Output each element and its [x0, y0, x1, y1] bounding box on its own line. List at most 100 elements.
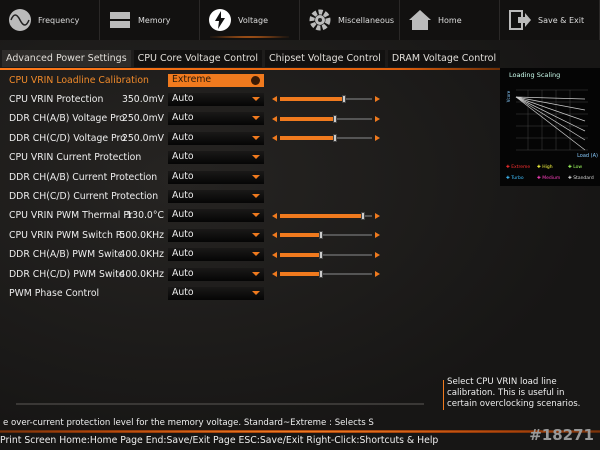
- nav-voltage[interactable]: Voltage: [200, 0, 300, 40]
- legend-label: Standard: [573, 176, 594, 181]
- chart-xlabel: Load (A): [577, 153, 598, 159]
- arrow-left-icon[interactable]: [272, 251, 277, 258]
- arrow-right-icon[interactable]: [375, 135, 380, 142]
- setting-dropdown[interactable]: Auto: [168, 170, 264, 184]
- setting-label: DDR CH(A/B) Current Protection: [9, 171, 158, 183]
- setting-row: CPU VRIN Current Protection Auto: [0, 149, 500, 167]
- legend-entry: ✚ Low: [568, 165, 583, 170]
- legend-label: Medium: [542, 176, 561, 181]
- setting-value: 500.0KHz: [119, 229, 164, 241]
- arrow-left-icon[interactable]: [272, 232, 277, 239]
- dropdown-value: Auto: [172, 267, 194, 279]
- nav-save-exit[interactable]: Save & Exit: [500, 0, 600, 40]
- slider-knob[interactable]: [360, 211, 365, 220]
- setting-dropdown[interactable]: Auto: [168, 286, 264, 300]
- arrow-left-icon[interactable]: [272, 96, 277, 103]
- setting-label: CPU VRIN Loadline Calibration: [9, 74, 149, 86]
- chevron-down-icon: [252, 96, 260, 101]
- nav-label: Save & Exit: [538, 15, 585, 25]
- setting-slider[interactable]: [272, 231, 380, 240]
- arrow-left-icon[interactable]: [272, 271, 277, 277]
- setting-slider[interactable]: [272, 95, 380, 104]
- footer-shortcuts: Print Screen Home:Home Page End:Save/Exi…: [0, 435, 439, 446]
- arrow-left-icon[interactable]: [272, 135, 277, 142]
- tab-chipset-voltage-control[interactable]: Chipset Voltage Control: [265, 50, 385, 67]
- sub-tabs: Advanced Power Settings CPU Core Voltage…: [2, 50, 501, 67]
- slider-knob[interactable]: [319, 270, 324, 278]
- memory-icon: [110, 12, 130, 28]
- setting-slider[interactable]: [272, 134, 380, 143]
- setting-dropdown[interactable]: Auto: [168, 189, 264, 203]
- setting-slider[interactable]: [272, 114, 380, 123]
- arrow-left-icon[interactable]: [272, 115, 277, 122]
- setting-dropdown[interactable]: Auto: [168, 151, 264, 165]
- dropdown-value: Extreme: [172, 73, 212, 85]
- setting-slider[interactable]: [272, 250, 380, 259]
- nav-label: Miscellaneous: [338, 15, 395, 25]
- dropdown-value: Auto: [172, 228, 194, 240]
- setting-dropdown[interactable]: Auto: [168, 112, 264, 126]
- arrow-left-icon[interactable]: [272, 212, 277, 219]
- slider-knob[interactable]: [319, 231, 324, 240]
- nav-home[interactable]: Home: [400, 0, 500, 40]
- nav-frequency[interactable]: Frequency: [0, 0, 100, 40]
- chevron-down-icon: [252, 174, 260, 179]
- help-accent: [443, 380, 444, 410]
- arrow-right-icon[interactable]: [375, 115, 380, 122]
- dropdown-value: Auto: [172, 151, 194, 163]
- arrow-right-icon[interactable]: [375, 251, 380, 258]
- chevron-down-icon: [252, 252, 260, 257]
- legend-label: Extreme: [511, 165, 531, 170]
- chevron-down-icon: [252, 232, 260, 237]
- nav-label: Frequency: [38, 15, 80, 25]
- setting-slider[interactable]: [272, 270, 380, 278]
- slider-fill: [280, 233, 322, 238]
- setting-dropdown[interactable]: Auto: [168, 131, 264, 145]
- slider-knob[interactable]: [319, 250, 324, 259]
- arrow-right-icon[interactable]: [375, 232, 380, 239]
- frequency-icon: [9, 9, 31, 31]
- nav-label: Voltage: [238, 15, 269, 25]
- dropdown-value: Auto: [172, 131, 194, 143]
- setting-value: 400.0KHz: [119, 249, 164, 261]
- nav-miscellaneous[interactable]: Miscellaneous: [300, 0, 400, 40]
- dropdown-value: Auto: [172, 248, 194, 260]
- tab-dram-voltage-control[interactable]: DRAM Voltage Control: [387, 50, 501, 67]
- setting-dropdown[interactable]: Auto: [168, 267, 264, 281]
- arrow-right-icon[interactable]: [375, 96, 380, 103]
- slider-knob[interactable]: [333, 114, 338, 123]
- setting-row: DDR CH(A/B) PWM Switc 400.0KHz Auto: [0, 246, 500, 264]
- tab-cpu-core-voltage-control[interactable]: CPU Core Voltage Control: [133, 50, 262, 67]
- home-icon: [409, 10, 431, 30]
- setting-row: DDR CH(C/D) Current Protection Auto: [0, 187, 500, 205]
- tab-underline: [0, 68, 500, 70]
- nav-memory[interactable]: Memory: [100, 0, 200, 40]
- chevron-down-icon: [252, 290, 260, 295]
- setting-slider[interactable]: [272, 211, 380, 220]
- slider-knob[interactable]: [333, 134, 338, 143]
- slider-fill: [280, 252, 322, 257]
- arrow-right-icon[interactable]: [375, 212, 380, 219]
- setting-dropdown[interactable]: Extreme: [168, 73, 264, 87]
- legend-entry: ✚ High: [537, 165, 553, 170]
- chevron-down-icon: [252, 271, 260, 276]
- exit-icon: [509, 10, 531, 30]
- slider-fill: [280, 213, 363, 218]
- voltage-icon: [209, 9, 231, 31]
- setting-dropdown[interactable]: Auto: [168, 209, 264, 223]
- arrow-right-icon[interactable]: [375, 271, 380, 277]
- legend-label: Low: [573, 165, 583, 170]
- legend-entry: ✚ Medium: [537, 176, 561, 181]
- setting-dropdown[interactable]: Auto: [168, 228, 264, 242]
- setting-row: PWM Phase Control Auto: [0, 284, 500, 302]
- footer-glow: [0, 430, 600, 433]
- slider-knob[interactable]: [342, 95, 347, 104]
- dropdown-value: Auto: [172, 286, 194, 298]
- chart-ylabel: Vcore: [506, 90, 512, 103]
- tab-advanced-power-settings[interactable]: Advanced Power Settings: [2, 50, 131, 67]
- setting-dropdown[interactable]: Auto: [168, 248, 264, 262]
- setting-label: CPU VRIN PWM Switch R:: [9, 229, 126, 241]
- help-text: Select CPU VRIN load line calibration. T…: [447, 377, 581, 409]
- chevron-down-icon: [252, 193, 260, 198]
- setting-dropdown[interactable]: Auto: [168, 92, 264, 106]
